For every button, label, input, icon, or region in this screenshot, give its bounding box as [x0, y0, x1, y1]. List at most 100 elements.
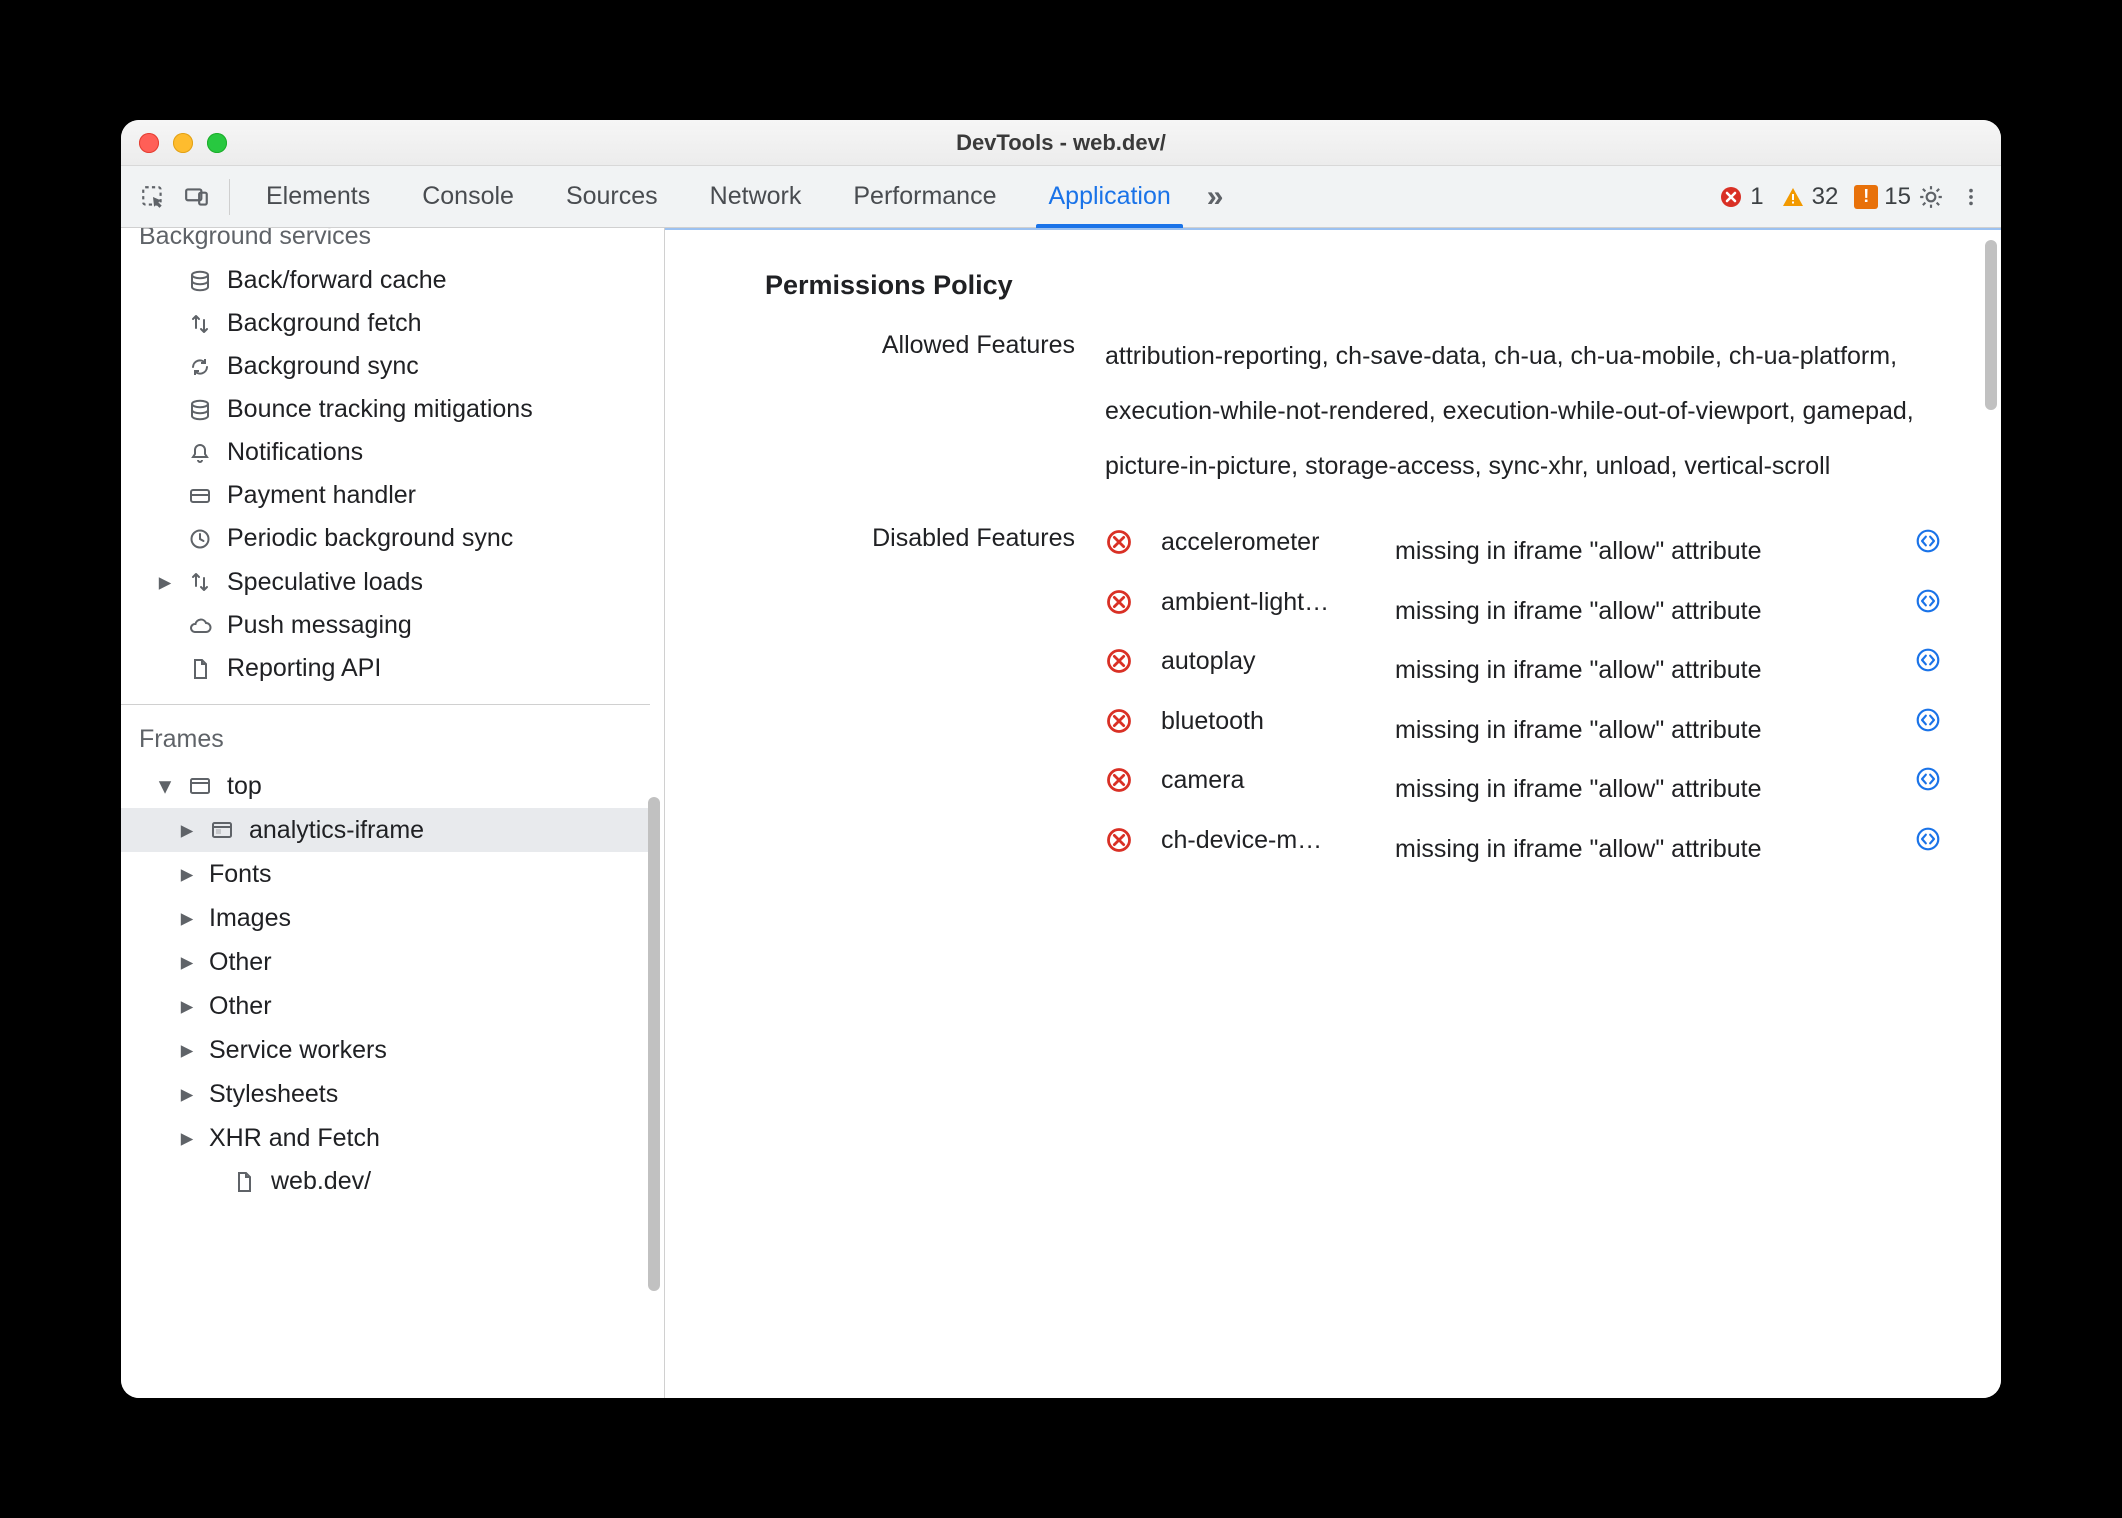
settings-icon[interactable] — [1911, 177, 1951, 217]
disabled-reason: missing in iframe "allow" attribute — [1395, 588, 1901, 636]
tabs-overflow-button[interactable]: » — [1197, 180, 1234, 214]
tab-elements[interactable]: Elements — [240, 166, 396, 227]
frame-document-webdev[interactable]: web.dev/ — [121, 1160, 650, 1203]
frame-folder-other[interactable]: ▸Other — [121, 984, 650, 1028]
sidebar-group-background-services: Background services — [121, 228, 650, 259]
expand-chevron-icon: ▾ — [157, 771, 173, 801]
frame-folder-other[interactable]: ▸Other — [121, 940, 650, 984]
disabled-feature-row: autoplay missing in iframe "allow" attrib… — [1105, 641, 1961, 701]
sidebar-item-label: Speculative loads — [227, 568, 423, 597]
tree-item-label: Other — [209, 948, 272, 977]
tab-application[interactable]: Application — [1022, 166, 1196, 227]
window-minimize-button[interactable] — [173, 133, 193, 153]
expand-chevron-icon: ▸ — [179, 859, 195, 889]
window-title: DevTools - web.dev/ — [121, 130, 2001, 156]
frame-folder-images[interactable]: ▸Images — [121, 896, 650, 940]
inspect-icon[interactable] — [131, 175, 175, 219]
frame-folder-service-workers[interactable]: ▸Service workers — [121, 1028, 650, 1072]
sidebar-group-frames: Frames — [121, 705, 650, 764]
sidebar-item-label: Bounce tracking mitigations — [227, 395, 533, 424]
sidebar-item-reporting-api[interactable]: Reporting API — [121, 647, 650, 690]
frames-tree: ▾top▸analytics-iframe▸Fonts▸Images▸Other… — [121, 764, 650, 1203]
frame-analytics-iframe[interactable]: ▸analytics-iframe — [121, 808, 650, 852]
devtools-window: DevTools - web.dev/ ElementsConsoleSourc… — [121, 120, 2001, 1398]
feature-name: bluetooth — [1161, 707, 1381, 736]
disabled-icon — [1105, 588, 1147, 616]
sidebar-item-payment-handler[interactable]: Payment handler — [121, 474, 650, 517]
error-icon — [1718, 184, 1744, 210]
feature-name: autoplay — [1161, 647, 1381, 676]
section-permissions-policy: Permissions Policy — [765, 270, 1961, 301]
tab-performance[interactable]: Performance — [827, 166, 1022, 227]
disabled-icon — [1105, 528, 1147, 556]
disabled-icon — [1105, 766, 1147, 794]
expand-chevron-icon: ▸ — [179, 903, 195, 933]
panel-tabs: ElementsConsoleSourcesNetworkPerformance… — [240, 166, 1197, 227]
issue-icon: ! — [1854, 185, 1878, 209]
allowed-features-value: attribution-reporting, ch-save-data, ch-… — [1105, 329, 1961, 494]
window-titlebar: DevTools - web.dev/ — [121, 120, 2001, 166]
feature-name: ch-device-m… — [1161, 826, 1381, 855]
reveal-in-elements-icon[interactable] — [1915, 528, 1961, 554]
disabled-feature-row: cameramissing in iframe "allow" attribut… — [1105, 760, 1961, 820]
sidebar-item-label: Back/forward cache — [227, 266, 447, 295]
expand-chevron-icon: ▸ — [179, 991, 195, 1021]
sidebar-item-bounce-tracking-mitigations[interactable]: Bounce tracking mitigations — [121, 388, 650, 431]
disabled-features-list: accelerometermissing in iframe "allow" a… — [1105, 522, 1961, 879]
tree-item-label: web.dev/ — [271, 1167, 371, 1196]
disabled-feature-row: bluetoothmissing in iframe "allow" attri… — [1105, 701, 1961, 761]
sidebar-scrollbar[interactable] — [648, 236, 660, 1358]
reveal-in-elements-icon[interactable] — [1915, 766, 1961, 792]
sidebar-item-notifications[interactable]: Notifications — [121, 431, 650, 474]
sidebar-item-push-messaging[interactable]: Push messaging — [121, 604, 650, 647]
device-toolbar-icon[interactable] — [175, 175, 219, 219]
frame-folder-stylesheets[interactable]: ▸Stylesheets — [121, 1072, 650, 1116]
disabled-features-label: Disabled Features — [765, 522, 1075, 879]
sidebar-item-label: Notifications — [227, 438, 363, 467]
frame-folder-xhr-and-fetch[interactable]: ▸XHR and Fetch — [121, 1116, 650, 1160]
tree-item-label: analytics-iframe — [249, 816, 424, 845]
disabled-reason: missing in iframe "allow" attribute — [1395, 647, 1901, 695]
feature-name: ambient-light… — [1161, 588, 1381, 617]
tab-network[interactable]: Network — [684, 166, 828, 227]
warnings-count[interactable]: 32 — [1780, 183, 1839, 211]
expand-chevron-icon: ▸ — [157, 567, 173, 597]
sidebar-item-background-sync[interactable]: Background sync — [121, 345, 650, 388]
frame-folder-fonts[interactable]: ▸Fonts — [121, 852, 650, 896]
devtools-tabstrip: ElementsConsoleSourcesNetworkPerformance… — [121, 166, 2001, 228]
frame-icon — [187, 773, 213, 799]
reveal-in-elements-icon[interactable] — [1915, 588, 1961, 614]
frame-top[interactable]: ▾ top — [121, 764, 650, 808]
card-icon — [187, 483, 213, 509]
tab-console[interactable]: Console — [396, 166, 540, 227]
warnings-value: 32 — [1812, 183, 1839, 211]
tree-item-label: Service workers — [209, 1036, 387, 1065]
reveal-in-elements-icon[interactable] — [1915, 647, 1961, 673]
issues-count[interactable]: ! 15 — [1854, 183, 1911, 211]
disabled-feature-row: accelerometermissing in iframe "allow" a… — [1105, 522, 1961, 582]
warning-icon — [1780, 184, 1806, 210]
sidebar-item-label: Payment handler — [227, 481, 416, 510]
sidebar-item-speculative-loads[interactable]: ▸ Speculative loads — [121, 560, 650, 604]
tree-item-label: top — [227, 772, 262, 801]
more-menu-icon[interactable] — [1951, 177, 1991, 217]
sidebar-item-periodic-background-sync[interactable]: Periodic background sync — [121, 517, 650, 560]
window-close-button[interactable] — [139, 133, 159, 153]
sidebar-item-label: Background sync — [227, 352, 419, 381]
disabled-reason: missing in iframe "allow" attribute — [1395, 528, 1901, 576]
sidebar-item-label: Reporting API — [227, 654, 381, 683]
disabled-feature-row: ch-device-m…missing in iframe "allow" at… — [1105, 820, 1961, 880]
reveal-in-elements-icon[interactable] — [1915, 707, 1961, 733]
main-scrollbar[interactable] — [1985, 238, 1997, 1358]
issues-value: 15 — [1884, 183, 1911, 211]
errors-count[interactable]: 1 — [1718, 183, 1763, 211]
tab-sources[interactable]: Sources — [540, 166, 684, 227]
reveal-in-elements-icon[interactable] — [1915, 826, 1961, 852]
tree-item-label: Stylesheets — [209, 1080, 338, 1109]
window-zoom-button[interactable] — [207, 133, 227, 153]
disabled-icon — [1105, 707, 1147, 735]
status-counts: 1 32 ! 15 — [1718, 183, 1911, 211]
sidebar-item-background-fetch[interactable]: Background fetch — [121, 302, 650, 345]
allowed-features-label: Allowed Features — [765, 329, 1075, 494]
sidebar-item-back-forward-cache[interactable]: Back/forward cache — [121, 259, 650, 302]
